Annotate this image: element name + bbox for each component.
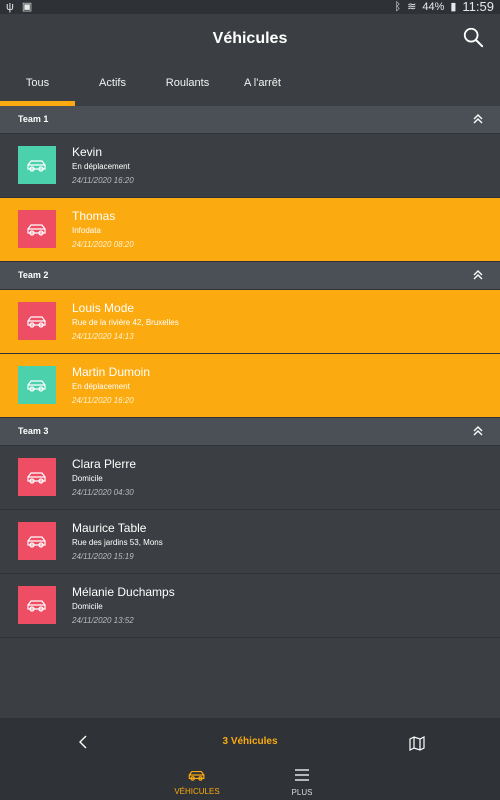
car-icon <box>18 366 56 404</box>
battery-icon: ▮ <box>450 1 457 13</box>
team-name: Team 1 <box>18 114 49 124</box>
usb-icon: ψ <box>6 1 14 13</box>
car-icon <box>18 210 56 248</box>
vehicle-timestamp: 24/11/2020 04:30 <box>72 488 134 497</box>
tab-roulants[interactable]: Roulants <box>150 66 225 106</box>
driver-name: Clara Plerre <box>72 457 137 471</box>
driver-name: Thomas <box>72 209 116 223</box>
menu-icon <box>295 769 309 781</box>
car-icon <box>18 458 56 496</box>
vehicle-status: Rue des jardins 53, Mons <box>72 538 163 547</box>
vehicle-row[interactable]: Martin Dumoin En déplacement 24/11/2020 … <box>0 354 500 418</box>
car-icon <box>18 522 56 560</box>
search-icon[interactable] <box>462 26 484 48</box>
tab-a-larret[interactable]: A l'arrêt <box>225 66 300 106</box>
vehicle-timestamp: 24/11/2020 14:13 <box>72 332 134 341</box>
clock: 11:59 <box>462 0 494 14</box>
map-icon[interactable] <box>408 734 426 752</box>
driver-name: Louis Mode <box>72 301 135 315</box>
car-icon <box>18 146 56 184</box>
collapse-icon[interactable] <box>472 269 484 281</box>
vehicle-status: Domicile <box>72 602 103 611</box>
driver-name: Martin Dumoin <box>72 365 151 379</box>
nav-vehicules-label: VÉHICULES <box>174 787 220 796</box>
car-icon <box>18 586 56 624</box>
filter-tabs: Tous Actifs Roulants A l'arrêt <box>0 66 500 106</box>
car-icon <box>188 770 205 781</box>
app-header: Véhicules <box>0 14 500 66</box>
status-bar: ψ ▣ ᛒ ≋ 44% ▮ 11:59 <box>0 0 500 14</box>
team-name: Team 2 <box>18 270 49 280</box>
driver-name: Mélanie Duchamps <box>72 585 175 599</box>
vehicle-row[interactable]: Thomas Infodata 24/11/2020 08:20 <box>0 198 500 262</box>
vehicle-timestamp: 24/11/2020 13:52 <box>72 616 134 625</box>
vehicle-status: Rue de la rivière 42, Bruxelles <box>72 318 179 327</box>
team-name: Team 3 <box>18 426 49 436</box>
driver-name: Maurice Table <box>72 521 147 535</box>
nav-plus-label: PLUS <box>291 788 313 797</box>
wifi-icon: ≋ <box>407 1 417 13</box>
vehicle-status: En déplacement <box>72 162 130 171</box>
nav-vehicules[interactable]: VÉHICULES <box>172 768 222 796</box>
vehicle-row[interactable]: Maurice Table Rue des jardins 53, Mons 2… <box>0 510 500 574</box>
vehicle-status: En déplacement <box>72 382 130 391</box>
vehicle-row[interactable]: Mélanie Duchamps Domicile 24/11/2020 13:… <box>0 574 500 638</box>
vehicle-status: Domicile <box>72 474 103 483</box>
page-title: Véhicules <box>212 30 288 47</box>
collapse-icon[interactable] <box>472 113 484 125</box>
team-header[interactable]: Team 2 <box>0 262 500 290</box>
vehicle-status: Infodata <box>72 226 101 235</box>
team-header[interactable]: Team 3 <box>0 418 500 446</box>
battery-percent: 44% <box>422 1 445 13</box>
vehicle-timestamp: 24/11/2020 15:19 <box>72 552 134 561</box>
team-header[interactable]: Team 1 <box>0 106 500 134</box>
bluetooth-icon: ᛒ <box>394 1 402 13</box>
car-icon <box>18 302 56 340</box>
vehicle-timestamp: 24/11/2020 16:20 <box>72 176 134 185</box>
collapse-icon[interactable] <box>472 425 484 437</box>
vehicle-row[interactable]: Kevin En déplacement 24/11/2020 16:20 <box>0 134 500 198</box>
tab-actifs[interactable]: Actifs <box>75 66 150 106</box>
tab-tous[interactable]: Tous <box>0 66 75 106</box>
vehicle-timestamp: 24/11/2020 16:20 <box>72 396 134 405</box>
driver-name: Kevin <box>72 145 103 159</box>
nav-plus[interactable]: PLUS <box>282 768 322 797</box>
vehicle-list: Team 1 Kevin En déplacement 24/11/2020 1… <box>0 106 500 638</box>
gallery-icon: ▣ <box>21 1 33 13</box>
vehicle-row[interactable]: Clara Plerre Domicile 24/11/2020 04:30 <box>0 446 500 510</box>
vehicle-row[interactable]: Louis Mode Rue de la rivière 42, Bruxell… <box>0 290 500 354</box>
bottom-bar: 3 Véhicules VÉHICULES PLUS <box>0 718 500 800</box>
vehicle-timestamp: 24/11/2020 08:20 <box>72 240 134 249</box>
